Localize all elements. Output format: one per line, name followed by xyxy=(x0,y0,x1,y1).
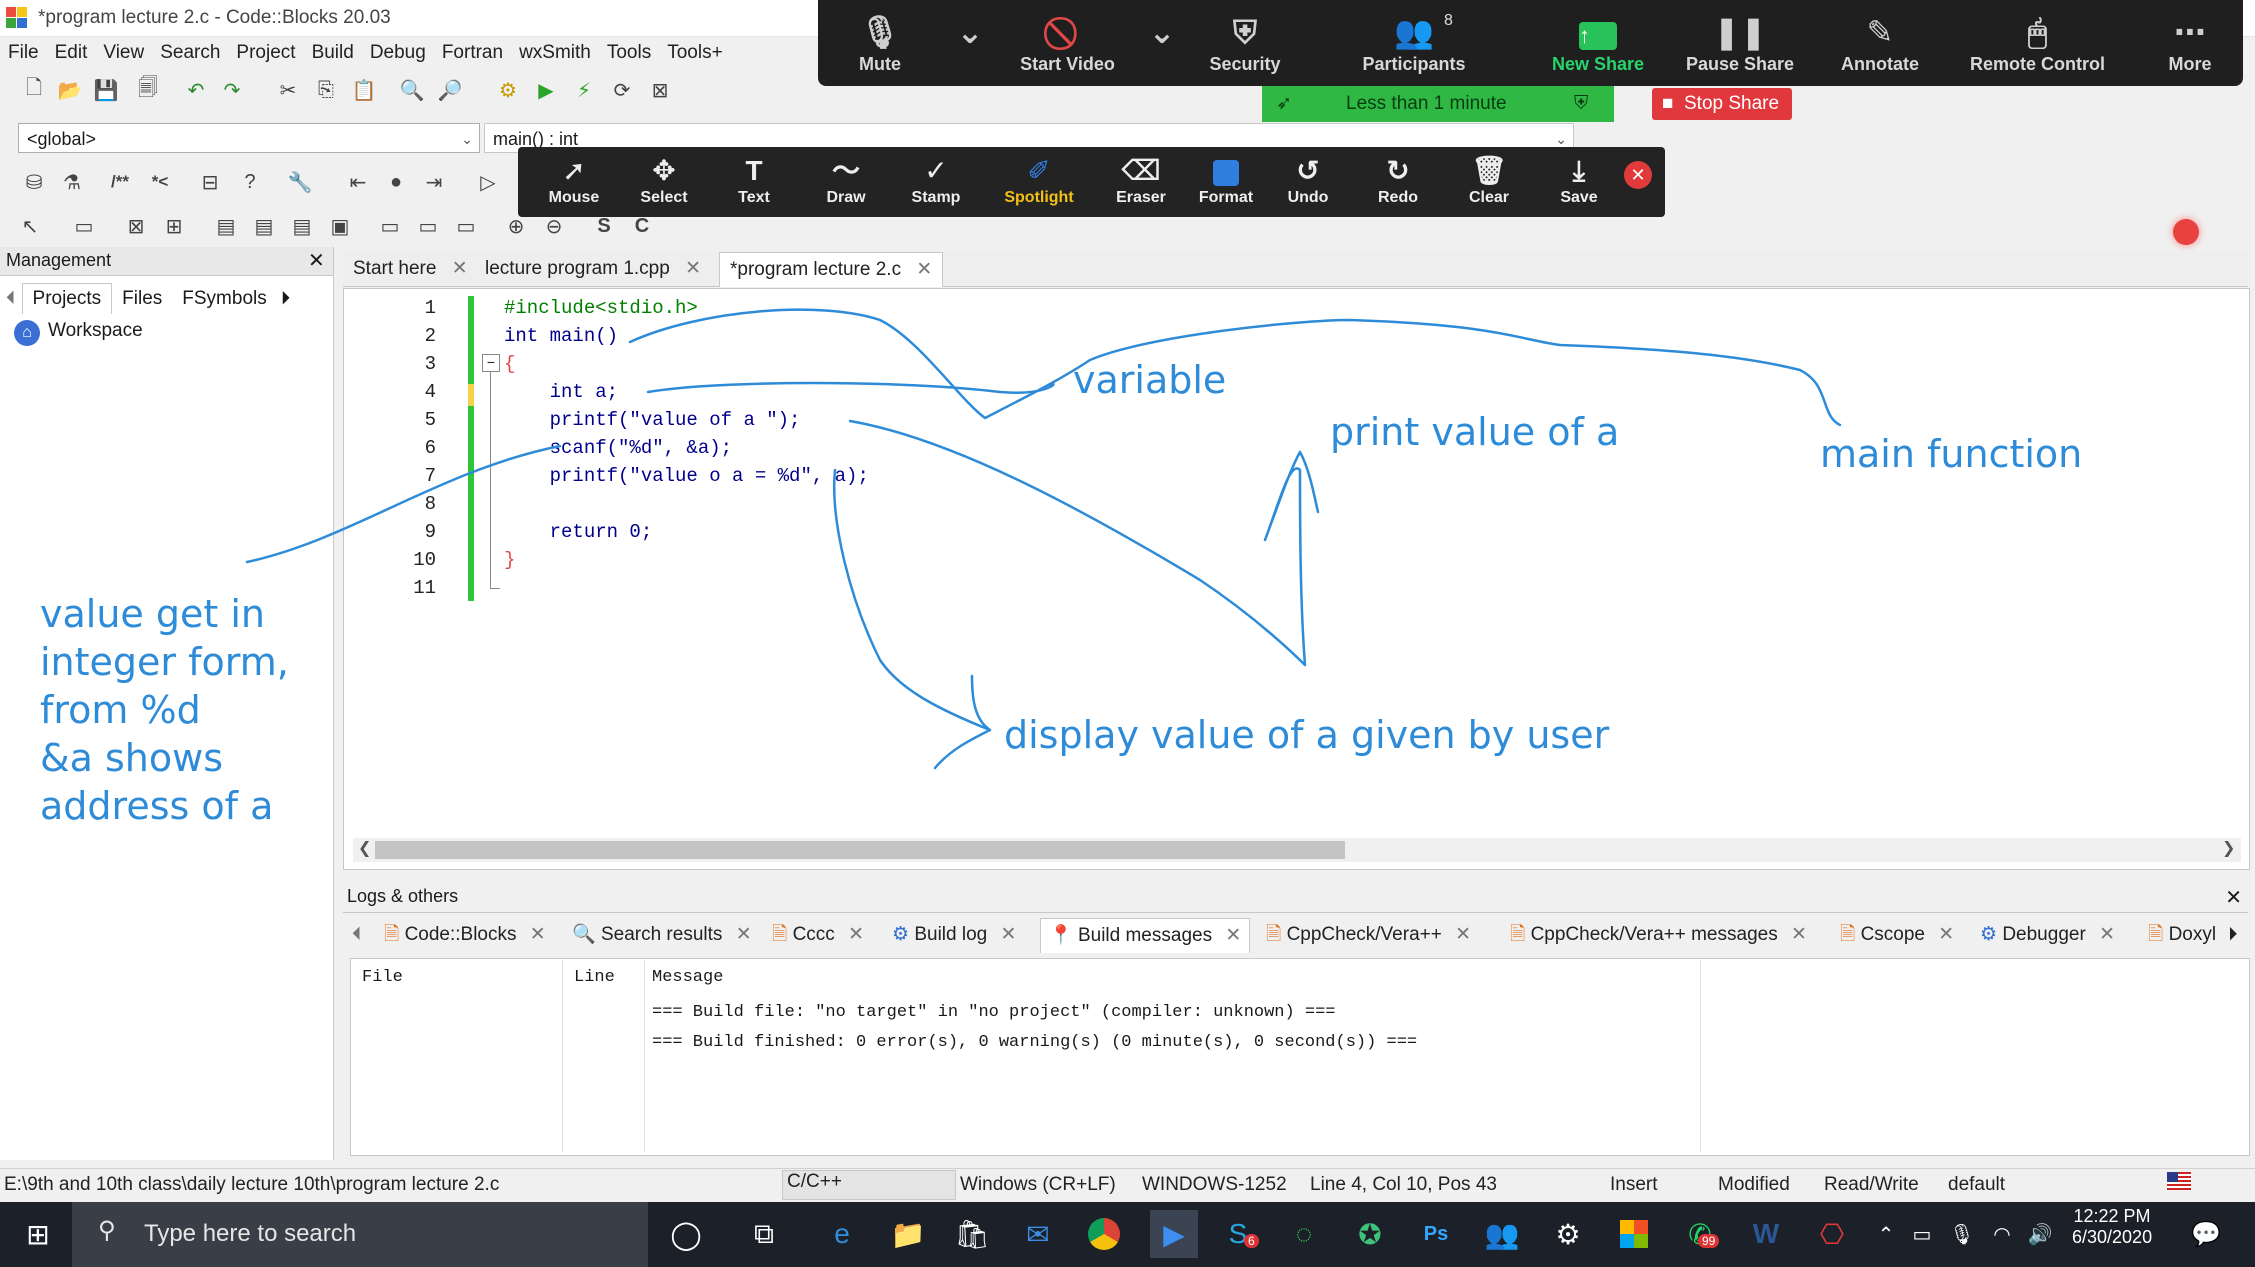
annotation-strokes xyxy=(245,308,1842,770)
annotation-line: value get in xyxy=(40,592,265,636)
annotation-line: &a shows xyxy=(40,736,224,780)
annotation-stroke xyxy=(833,468,992,770)
annotation-variable: variable xyxy=(1073,358,1227,402)
annotation-stroke xyxy=(628,308,1842,427)
annotation-stroke xyxy=(848,419,1320,667)
annotation-print: print value of a xyxy=(1330,410,1620,454)
annotation-line: address of a xyxy=(40,784,274,828)
annotation-main: main function xyxy=(1820,432,2083,476)
annotation-line: integer form, xyxy=(40,640,289,684)
annotation-line: from %d xyxy=(40,688,201,732)
annotation-value-note: value get in integer form, from %d &a sh… xyxy=(40,590,289,830)
annotation-display: display value of a given by user xyxy=(1004,713,1610,757)
annotation-stroke xyxy=(646,381,1055,394)
annotation-stroke xyxy=(245,444,562,564)
